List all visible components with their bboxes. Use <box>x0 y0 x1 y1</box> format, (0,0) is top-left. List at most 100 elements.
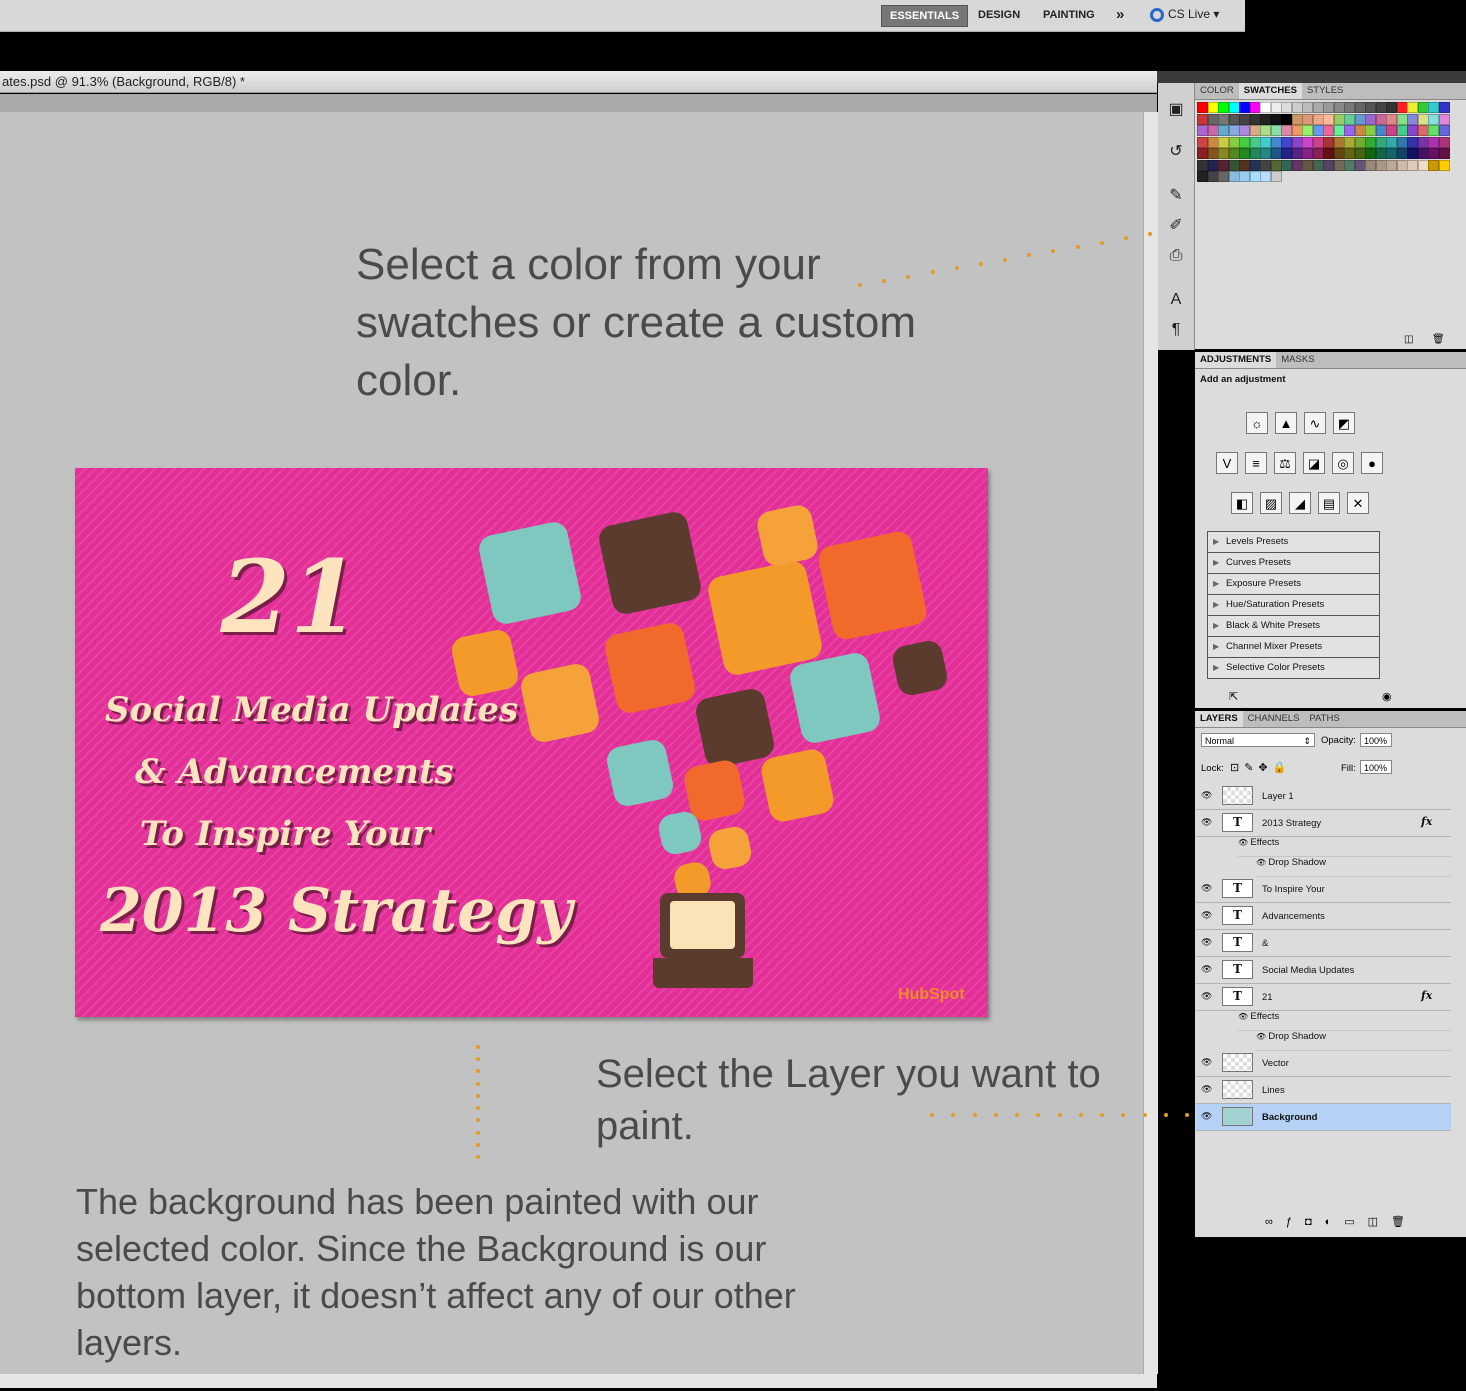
layer-row[interactable]: 👁 T Social Media Updates <box>1196 957 1451 984</box>
swatch-chip[interactable] <box>1323 148 1334 159</box>
swatch-chip[interactable] <box>1386 136 1397 148</box>
layer-effects-icon[interactable]: fx <box>1421 815 1432 828</box>
swatch-chip[interactable] <box>1323 113 1334 125</box>
posterize-icon[interactable]: ▨ <box>1260 492 1282 514</box>
swatch-chip[interactable] <box>1407 159 1418 171</box>
swatch-chip[interactable] <box>1197 136 1208 148</box>
swatch-chip[interactable] <box>1417 113 1429 125</box>
swatch-chip[interactable] <box>1302 113 1313 125</box>
swatch-chip[interactable] <box>1260 171 1271 182</box>
swatch-chip[interactable] <box>1207 125 1219 136</box>
visibility-eye-icon[interactable]: 👁 <box>1201 1084 1212 1095</box>
layer-row[interactable]: 👁 T 2013 Strategy fx <box>1196 810 1451 837</box>
tab-styles[interactable]: STYLES <box>1302 83 1348 99</box>
vibrance-icon[interactable]: V <box>1216 452 1238 474</box>
swatch-chip[interactable] <box>1260 159 1271 171</box>
swatch-chip[interactable] <box>1386 159 1397 171</box>
brush-icon[interactable]: ✐ <box>1164 214 1188 238</box>
tab-layers[interactable]: LAYERS <box>1195 711 1243 727</box>
swatch-chip[interactable] <box>1375 159 1387 171</box>
swatch-chip[interactable] <box>1375 148 1387 159</box>
swatch-chip[interactable] <box>1323 136 1334 148</box>
swatch-chip[interactable] <box>1260 125 1271 136</box>
preset-hue-saturation[interactable]: Hue/Saturation Presets <box>1207 595 1380 616</box>
swatch-chip[interactable] <box>1312 113 1324 125</box>
layer-effects-icon[interactable]: fx <box>1421 989 1432 1002</box>
swatch-chip[interactable] <box>1407 148 1418 159</box>
visibility-eye-icon[interactable]: 👁 <box>1201 910 1212 921</box>
curves-icon[interactable]: ∿ <box>1304 412 1326 434</box>
swatch-chip[interactable] <box>1354 102 1366 113</box>
preset-black-white[interactable]: Black & White Presets <box>1207 616 1380 637</box>
drop-shadow-row[interactable]: 👁 Drop Shadow <box>1256 1031 1451 1051</box>
swatch-chip[interactable] <box>1365 136 1376 148</box>
swatch-chip[interactable] <box>1228 102 1240 113</box>
swatch-chip[interactable] <box>1438 102 1450 113</box>
swatch-chip[interactable] <box>1375 136 1387 148</box>
swatch-chip[interactable] <box>1207 102 1219 113</box>
swatch-chip[interactable] <box>1323 125 1334 136</box>
swatch-chip[interactable] <box>1270 113 1282 125</box>
swatch-chip[interactable] <box>1354 159 1366 171</box>
swatch-chip[interactable] <box>1396 136 1408 148</box>
swatch-chip[interactable] <box>1270 102 1282 113</box>
swatch-chip[interactable] <box>1333 159 1345 171</box>
swatch-chip[interactable] <box>1281 125 1292 136</box>
swatch-chip[interactable] <box>1239 136 1250 148</box>
swatch-chip[interactable] <box>1291 136 1303 148</box>
swatch-chip[interactable] <box>1344 136 1355 148</box>
swatch-chip[interactable] <box>1365 113 1376 125</box>
swatch-chip[interactable] <box>1438 125 1450 136</box>
swatch-chip[interactable] <box>1312 102 1324 113</box>
swatch-chip[interactable] <box>1207 113 1219 125</box>
swatch-chip[interactable] <box>1333 113 1345 125</box>
swatch-chip[interactable] <box>1249 102 1261 113</box>
swatch-chip[interactable] <box>1218 136 1229 148</box>
swatch-chip[interactable] <box>1428 148 1439 159</box>
swatch-chip[interactable] <box>1228 148 1240 159</box>
swatch-chip[interactable] <box>1302 159 1313 171</box>
swatch-chip[interactable] <box>1207 136 1219 148</box>
swatch-chip[interactable] <box>1417 159 1429 171</box>
visibility-eye-icon[interactable]: 👁 <box>1201 1111 1212 1122</box>
swatch-chip[interactable] <box>1407 102 1418 113</box>
preset-curves[interactable]: Curves Presets <box>1207 553 1380 574</box>
swatch-chip[interactable] <box>1291 102 1303 113</box>
invert-icon[interactable]: ◧ <box>1231 492 1253 514</box>
swatch-chip[interactable] <box>1396 113 1408 125</box>
mini-bridge-icon[interactable]: ▣ <box>1164 98 1188 122</box>
swatch-chip[interactable] <box>1312 159 1324 171</box>
workspace-more-button[interactable]: » <box>1108 5 1132 25</box>
tab-masks[interactable]: MASKS <box>1276 352 1319 368</box>
swatch-chip[interactable] <box>1270 148 1282 159</box>
visibility-eye-icon[interactable]: 👁 <box>1238 1012 1250 1021</box>
swatch-chip[interactable] <box>1197 102 1208 113</box>
swatch-chip[interactable] <box>1428 113 1439 125</box>
swatch-chip[interactable] <box>1375 125 1387 136</box>
swatch-chip[interactable] <box>1375 102 1387 113</box>
tab-paths[interactable]: PATHS <box>1304 711 1344 727</box>
swatch-chip[interactable] <box>1281 159 1292 171</box>
swatch-chip[interactable] <box>1312 125 1324 136</box>
layer-row[interactable]: 👁 Background <box>1196 1104 1451 1131</box>
visibility-eye-icon[interactable]: 👁 <box>1256 1032 1268 1041</box>
history-icon[interactable]: ↺ <box>1164 140 1188 164</box>
layers-footer-icons[interactable]: ∞ƒ◘◐▭◫🗑 <box>1265 1215 1418 1228</box>
opacity-input[interactable]: 100% <box>1360 733 1392 747</box>
swatch-chip[interactable] <box>1312 136 1324 148</box>
layer-row[interactable]: 👁 Layer 1 <box>1196 783 1451 810</box>
swatch-chip[interactable] <box>1354 148 1366 159</box>
swatch-chip[interactable] <box>1354 136 1366 148</box>
visibility-eye-icon[interactable]: 👁 <box>1256 858 1268 867</box>
character-icon[interactable]: A <box>1164 288 1188 312</box>
swatch-chip[interactable] <box>1218 148 1229 159</box>
visibility-eye-icon[interactable]: 👁 <box>1201 883 1212 894</box>
horizontal-scrollbar[interactable] <box>0 1374 1157 1388</box>
visibility-eye-icon[interactable]: 👁 <box>1201 1057 1212 1068</box>
swatch-chip[interactable] <box>1218 171 1229 182</box>
layer-row[interactable]: 👁 Lines <box>1196 1077 1451 1104</box>
swatch-chip[interactable] <box>1218 125 1229 136</box>
swatch-chip[interactable] <box>1197 125 1208 136</box>
preset-selective-color[interactable]: Selective Color Presets <box>1207 658 1380 679</box>
clip-to-layer-icon[interactable]: ◉ <box>1382 690 1392 703</box>
